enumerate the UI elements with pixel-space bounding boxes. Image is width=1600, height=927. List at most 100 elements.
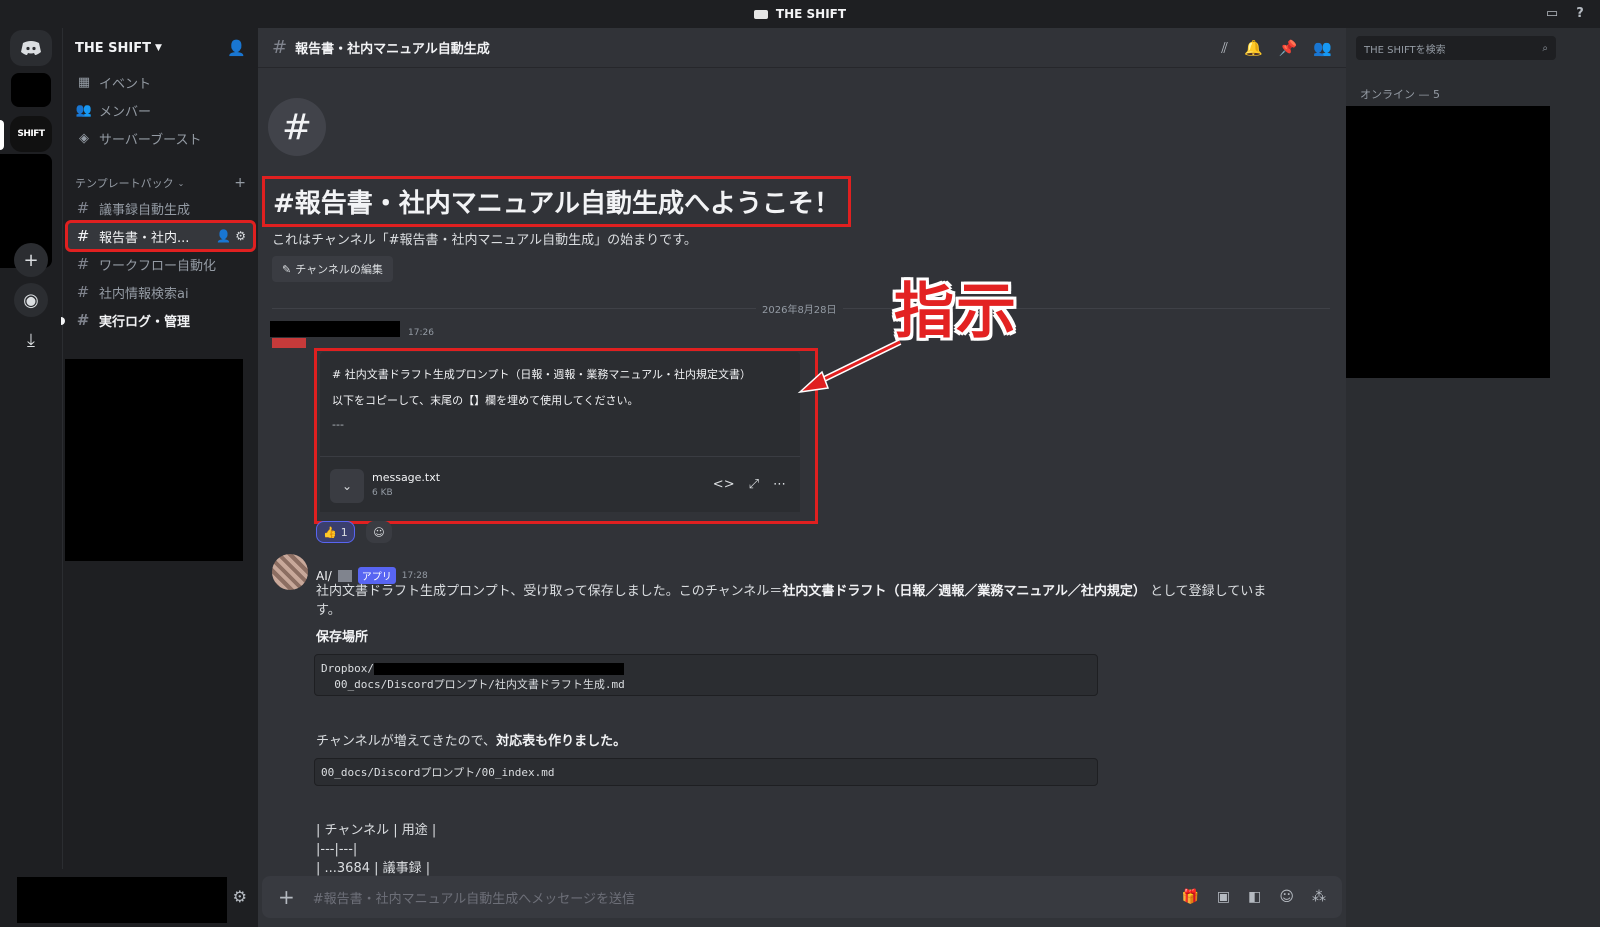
threads-icon[interactable]: ⫽ (1221, 39, 1228, 57)
gift-icon[interactable]: 🎁 (1181, 889, 1198, 905)
date-divider: 2026年8月28日 (272, 301, 1330, 316)
channel-item[interactable]: # 社内情報検索ai (63, 278, 258, 306)
apps-icon[interactable]: ⁂ (1312, 889, 1326, 905)
discover-icon[interactable]: ◉ (14, 283, 48, 317)
selected-pill (0, 120, 4, 150)
hash-icon: # (272, 37, 288, 58)
download-icon[interactable]: ⤓ (14, 323, 48, 357)
nav-label: サーバーブースト (99, 132, 202, 148)
avatar[interactable] (272, 338, 306, 348)
server-rail: SHIFT + ◉ ⤓ (0, 28, 62, 927)
invite-people-icon[interactable]: 👤 (227, 39, 246, 57)
hash-icon: # (76, 199, 90, 217)
code-block-path: Dropbox/ 00_docs/Discordプロンプト/社内文書ドラフト生成… (314, 654, 1098, 696)
table-line: | チャンネル | 用途 | (316, 823, 437, 838)
server-name: THE SHIFT (75, 40, 151, 56)
chevron-down-icon: ⌄ (177, 178, 185, 188)
code-line: 00_docs/Discordプロンプト/00_index.md (321, 766, 555, 779)
edit-channel-label: チャンネルの編集 (295, 263, 383, 276)
channel-item[interactable]: # ワークフロー自動化 (63, 250, 258, 278)
calendar-icon: ▦ (77, 74, 91, 90)
redacted-member-list[interactable] (1346, 106, 1550, 378)
message-composer[interactable]: + #報告書・社内マニュアル自動生成へメッセージを送信 🎁 ▣ ◧ ☺ ⁂ (262, 876, 1342, 918)
redacted-author-name[interactable] (270, 321, 400, 337)
add-channel-icon[interactable]: + (234, 175, 246, 191)
user-settings-gear-icon[interactable]: ⚙ (233, 887, 247, 906)
channel-label: 社内情報検索ai (99, 286, 189, 302)
server-mini-icon (753, 9, 768, 19)
hash-icon: # (76, 311, 90, 329)
hash-icon: # (76, 283, 90, 301)
member-list-icon[interactable]: 👥 (1313, 39, 1332, 57)
channel-item-unread[interactable]: # 実行ログ・管理 (61, 306, 258, 334)
gear-icon[interactable]: ⚙ (235, 229, 246, 243)
category-header[interactable]: テンプレートパック ⌄ + (63, 172, 258, 194)
search-icon: ⌕ (1542, 42, 1548, 54)
reaction-thumbs-up[interactable]: 👍 1 (316, 521, 355, 543)
chevron-down-icon: ▼ (154, 43, 162, 53)
chat-area: # 報告書・社内マニュアル自動生成 ⫽ 🔔 📌 👥 # #報告書・社内マニュアル… (258, 28, 1346, 927)
hash-icon: # (76, 255, 90, 273)
redacted-path (373, 663, 624, 675)
annotation-arrow-icon (797, 339, 902, 394)
nav-label: イベント (99, 76, 152, 92)
channel-welcome-subtitle: これはチャンネル「#報告書・社内マニュアル自動生成」の始まりです。 (272, 233, 697, 248)
code-line: Dropbox/ (321, 662, 374, 675)
thumbs-up-icon: 👍 (323, 525, 337, 539)
message-input[interactable]: #報告書・社内マニュアル自動生成へメッセージを送信 (313, 888, 635, 907)
code-line: 00_docs/Discordプロンプト/社内文書ドラフト生成.md (321, 678, 625, 691)
redacted-server[interactable] (11, 73, 51, 107)
server-header[interactable]: THE SHIFT ▼ 👤 (63, 28, 258, 68)
online-count-label: オンライン — 5 (1360, 88, 1440, 101)
text-span: す。 (316, 603, 341, 618)
help-icon[interactable]: ? (1572, 5, 1588, 21)
message-paragraph: チャンネルが増えてきたので、対応表も作りました。 (316, 732, 626, 751)
sticker-icon[interactable]: ◧ (1248, 889, 1261, 905)
text-span: 社内文書ドラフト生成プロンプト、受け取って保存しました。このチャンネル＝ (316, 584, 783, 599)
date-label: 2026年8月28日 (756, 301, 843, 316)
pin-icon[interactable]: 📌 (1279, 39, 1298, 57)
category-label: テンプレートパック (75, 177, 174, 190)
window-title: THE SHIFT (775, 7, 847, 21)
user-panel: ⚙ (9, 869, 259, 927)
nav-label: メンバー (99, 104, 152, 120)
search-input[interactable]: THE SHIFTを検索 ⌕ (1356, 36, 1556, 60)
text-span: として登録していま (1145, 584, 1267, 599)
unread-indicator (61, 317, 65, 325)
add-attachment-icon[interactable]: + (278, 885, 295, 909)
nav-server-boost[interactable]: ◈ サーバーブースト (63, 124, 258, 152)
invite-icon[interactable]: 👤 (216, 229, 231, 243)
channel-welcome-title: #報告書・社内マニュアル自動生成へようこそ！ (262, 176, 852, 227)
server-the-shift[interactable]: SHIFT (10, 116, 52, 152)
members-icon: 👥 (75, 102, 93, 118)
channel-sidebar: THE SHIFT ▼ 👤 ▦ イベント 👥 メンバー ◈ サーバーブースト テンプレ… (9, 28, 259, 927)
channel-label: ワークフロー自動化 (99, 258, 217, 274)
table-line: |---|---| (316, 842, 358, 857)
code-block-index: 00_docs/Discordプロンプト/00_index.md (314, 758, 1098, 786)
emoji-icon[interactable]: ☺ (1279, 889, 1294, 905)
heading-text: 保存場所 (316, 630, 369, 645)
add-reaction-button[interactable]: ☺ (366, 521, 392, 543)
annotation-label: 指示 (894, 277, 1018, 347)
search-placeholder: THE SHIFTを検索 (1364, 44, 1446, 56)
server-shift-label: SHIFT (17, 129, 45, 139)
channel-item[interactable]: # 議事録自動生成 (63, 194, 258, 222)
redacted-user-info[interactable] (17, 877, 227, 923)
channel-label: 報告書・社内... (99, 230, 190, 246)
message-timestamp: 17:26 (408, 328, 434, 338)
channel-label: 実行ログ・管理 (99, 314, 191, 330)
channel-title: 報告書・社内マニュアル自動生成 (295, 42, 490, 57)
gif-icon[interactable]: ▣ (1217, 889, 1230, 905)
bell-icon[interactable]: 🔔 (1244, 39, 1263, 57)
inbox-icon[interactable]: ▭ (1544, 5, 1560, 21)
edit-channel-button[interactable]: ✎ チャンネルの編集 (272, 256, 393, 282)
nav-events[interactable]: ▦ イベント (63, 68, 258, 96)
channel-item-active[interactable]: # 報告書・社内... 👤 ⚙ (65, 220, 256, 252)
add-server-icon[interactable]: + (14, 243, 48, 277)
nav-members[interactable]: 👥 メンバー (63, 96, 258, 124)
author-name[interactable]: AI/ (316, 569, 332, 583)
avatar[interactable] (272, 554, 308, 590)
channel-header: # 報告書・社内マニュアル自動生成 ⫽ 🔔 📌 👥 (258, 28, 1346, 68)
discord-home-icon[interactable] (10, 30, 52, 66)
text-bold: 対応表も作りました。 (496, 734, 627, 749)
